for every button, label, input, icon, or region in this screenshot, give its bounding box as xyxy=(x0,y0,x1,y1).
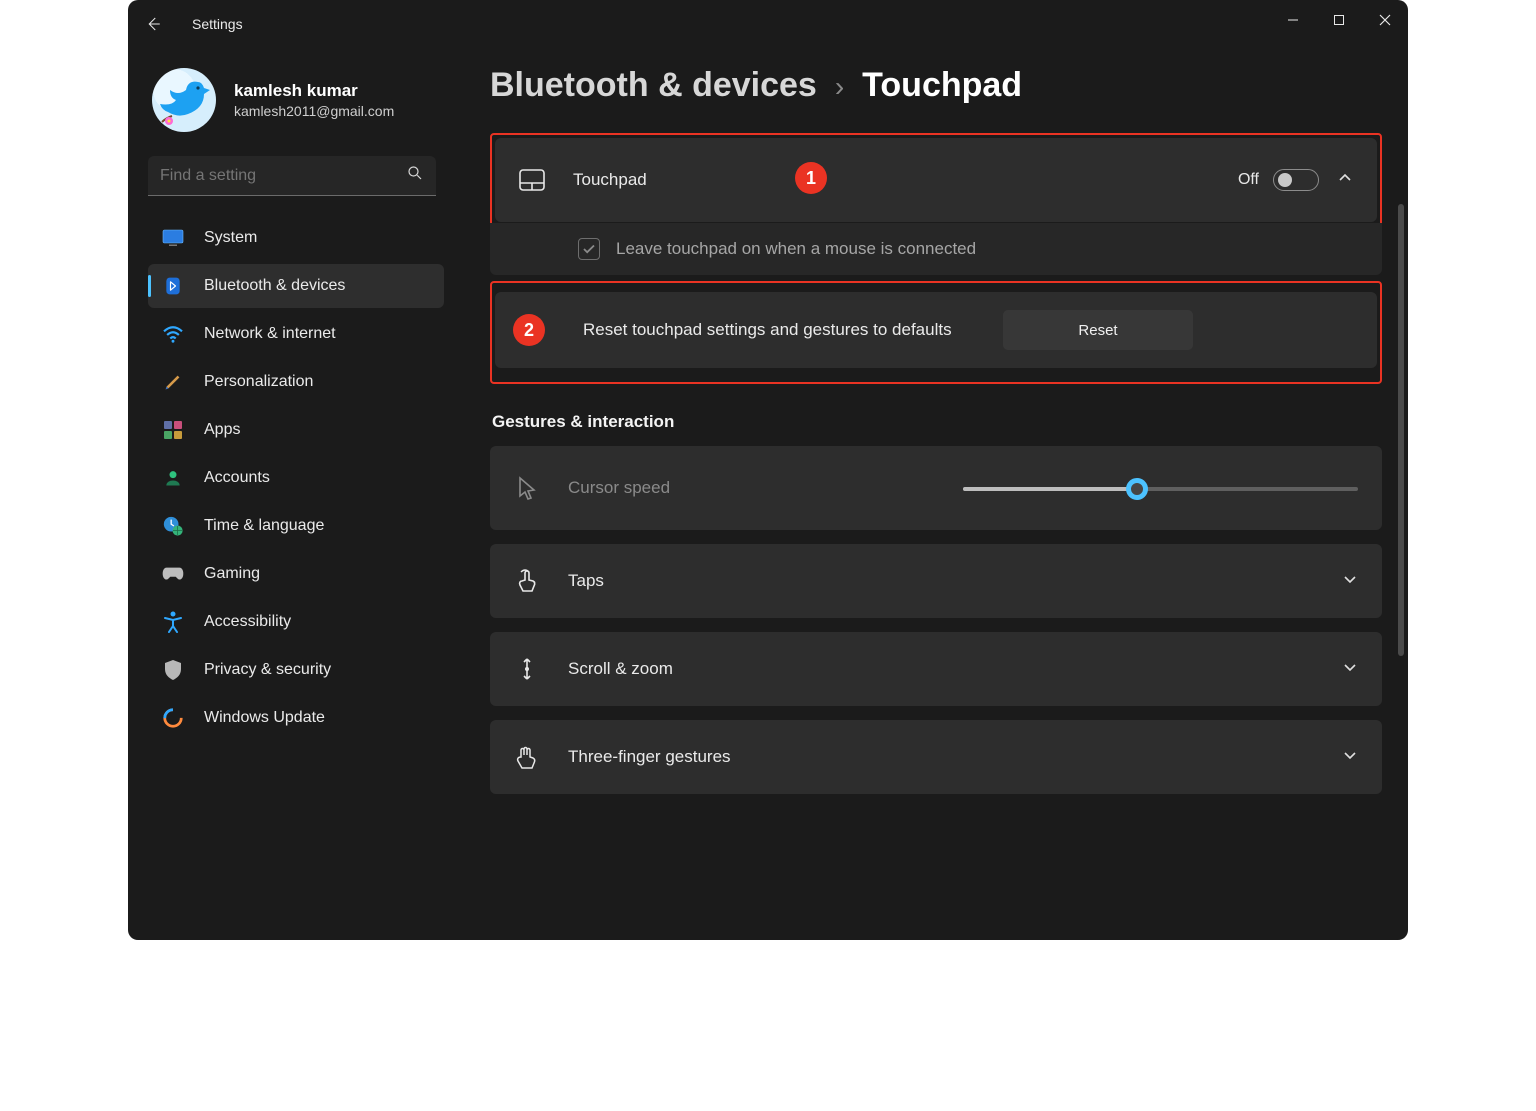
sidebar-item-gaming[interactable]: Gaming xyxy=(148,552,444,596)
sidebar-item-time-language[interactable]: Time & language xyxy=(148,504,444,548)
touchpad-icon xyxy=(519,167,545,193)
annotation-badge-1: 1 xyxy=(795,162,827,194)
cursor-speed-slider[interactable] xyxy=(963,478,1358,498)
scrollbar[interactable] xyxy=(1398,204,1404,656)
cursor-speed-row: Cursor speed xyxy=(490,446,1382,530)
sidebar-item-accessibility[interactable]: Accessibility xyxy=(148,600,444,644)
check-icon xyxy=(582,242,596,256)
apps-icon xyxy=(162,419,184,441)
scroll-zoom-row[interactable]: Scroll & zoom xyxy=(490,632,1382,706)
sidebar-item-label: Time & language xyxy=(204,517,324,535)
reset-row: 2 Reset touchpad settings and gestures t… xyxy=(495,292,1377,368)
nav: System Bluetooth & devices Network & int… xyxy=(148,216,444,740)
taps-label: Taps xyxy=(568,571,1324,591)
profile[interactable]: kamlesh kumar kamlesh2011@gmail.com xyxy=(148,62,444,156)
maximize-icon xyxy=(1333,14,1345,26)
touchpad-toggle[interactable] xyxy=(1273,169,1319,191)
search-input[interactable] xyxy=(160,167,406,185)
hand-icon xyxy=(514,744,540,770)
sidebar-item-windows-update[interactable]: Windows Update xyxy=(148,696,444,740)
avatar-bird-icon xyxy=(152,68,216,132)
annotation-badge-2: 2 xyxy=(513,314,545,346)
sidebar-item-label: Personalization xyxy=(204,373,313,391)
scroll-icon xyxy=(514,656,540,682)
reset-button-label: Reset xyxy=(1078,322,1117,339)
sidebar-item-accounts[interactable]: Accounts xyxy=(148,456,444,500)
monitor-icon xyxy=(162,227,184,249)
arrow-left-icon xyxy=(144,15,162,33)
breadcrumb: Bluetooth & devices › Touchpad xyxy=(490,66,1382,105)
cursor-speed-label: Cursor speed xyxy=(568,478,963,498)
sidebar-item-network[interactable]: Network & internet xyxy=(148,312,444,356)
person-icon xyxy=(162,467,184,489)
sidebar-item-label: Network & internet xyxy=(204,325,336,343)
wifi-icon xyxy=(162,323,184,345)
sidebar-item-bluetooth-devices[interactable]: Bluetooth & devices xyxy=(148,264,444,308)
gamepad-icon xyxy=(162,563,184,585)
sidebar-item-system[interactable]: System xyxy=(148,216,444,260)
tap-icon xyxy=(514,568,540,594)
cursor-icon xyxy=(514,475,540,501)
update-icon xyxy=(162,707,184,729)
content: Bluetooth & devices › Touchpad Touchpad … xyxy=(450,48,1408,940)
chevron-down-icon xyxy=(1342,571,1358,592)
minimize-button[interactable] xyxy=(1270,0,1316,40)
sidebar-item-label: Apps xyxy=(204,421,240,439)
accessibility-icon xyxy=(162,611,184,633)
breadcrumb-parent[interactable]: Bluetooth & devices xyxy=(490,66,817,105)
sidebar: kamlesh kumar kamlesh2011@gmail.com Syst… xyxy=(128,48,450,940)
back-button[interactable] xyxy=(138,9,168,39)
sidebar-item-label: System xyxy=(204,229,257,247)
sidebar-item-personalization[interactable]: Personalization xyxy=(148,360,444,404)
scroll-zoom-label: Scroll & zoom xyxy=(568,659,1324,679)
chevron-up-icon[interactable] xyxy=(1337,170,1353,191)
touchpad-row[interactable]: Touchpad 1 Off xyxy=(495,138,1377,222)
shield-icon xyxy=(162,659,184,681)
sidebar-item-label: Windows Update xyxy=(204,709,325,727)
clock-globe-icon xyxy=(162,515,184,537)
annotation-box-1: Touchpad 1 Off xyxy=(490,133,1382,227)
sidebar-item-label: Bluetooth & devices xyxy=(204,277,345,295)
settings-window: Settings kamlesh kumar kamlesh20 xyxy=(128,0,1408,940)
sidebar-item-privacy[interactable]: Privacy & security xyxy=(148,648,444,692)
profile-email: kamlesh2011@gmail.com xyxy=(234,103,394,119)
reset-button[interactable]: Reset xyxy=(1003,310,1193,350)
chevron-down-icon xyxy=(1342,747,1358,768)
sidebar-item-label: Accounts xyxy=(204,469,270,487)
sidebar-item-label: Privacy & security xyxy=(204,661,331,679)
paintbrush-icon xyxy=(162,371,184,393)
maximize-button[interactable] xyxy=(1316,0,1362,40)
chevron-down-icon xyxy=(1342,659,1358,680)
slider-thumb[interactable] xyxy=(1126,478,1148,500)
leave-touchpad-on-row[interactable]: Leave touchpad on when a mouse is connec… xyxy=(490,223,1382,275)
touchpad-label: Touchpad xyxy=(573,170,1238,190)
minimize-icon xyxy=(1287,14,1299,26)
chevron-right-icon: › xyxy=(835,71,844,103)
sidebar-item-apps[interactable]: Apps xyxy=(148,408,444,452)
annotation-box-2: 2 Reset touchpad settings and gestures t… xyxy=(490,281,1382,384)
window-controls xyxy=(1270,0,1408,40)
leave-on-checkbox[interactable] xyxy=(578,238,600,260)
search-icon xyxy=(406,164,424,187)
gestures-header: Gestures & interaction xyxy=(492,412,1382,432)
touchpad-toggle-group: Off xyxy=(1238,169,1319,191)
leave-on-label: Leave touchpad on when a mouse is connec… xyxy=(616,239,976,259)
taps-row[interactable]: Taps xyxy=(490,544,1382,618)
window-title: Settings xyxy=(192,16,243,32)
search-box[interactable] xyxy=(148,156,436,196)
avatar xyxy=(152,68,216,132)
titlebar: Settings xyxy=(128,0,1408,48)
touchpad-toggle-state: Off xyxy=(1238,171,1259,189)
profile-name: kamlesh kumar xyxy=(234,81,394,101)
close-icon xyxy=(1379,14,1391,26)
three-finger-label: Three-finger gestures xyxy=(568,747,1324,767)
reset-label: Reset touchpad settings and gestures to … xyxy=(583,319,1003,342)
three-finger-row[interactable]: Three-finger gestures xyxy=(490,720,1382,794)
close-button[interactable] xyxy=(1362,0,1408,40)
sidebar-item-label: Accessibility xyxy=(204,613,291,631)
breadcrumb-current: Touchpad xyxy=(862,66,1022,105)
bluetooth-icon xyxy=(162,275,184,297)
sidebar-item-label: Gaming xyxy=(204,565,260,583)
